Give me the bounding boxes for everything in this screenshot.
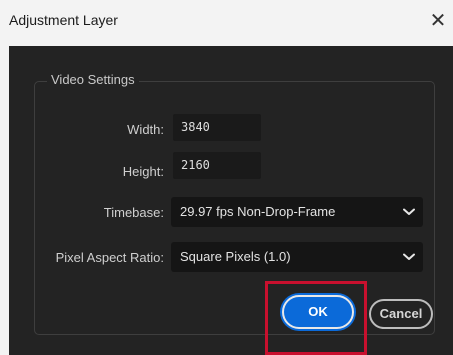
- title-bar: Adjustment Layer ✕: [0, 0, 453, 44]
- pixel-aspect-ratio-label: Pixel Aspect Ratio:: [55, 250, 164, 265]
- dialog-title: Adjustment Layer: [9, 12, 118, 28]
- pixel-aspect-ratio-select[interactable]: Square Pixels (1.0): [171, 242, 423, 272]
- pixel-aspect-ratio-value: Square Pixels (1.0): [180, 249, 291, 264]
- close-icon[interactable]: ✕: [423, 6, 453, 36]
- video-settings-legend: Video Settings: [47, 72, 139, 87]
- height-field[interactable]: 2160: [173, 152, 261, 179]
- timebase-value: 29.97 fps Non-Drop-Frame: [180, 204, 336, 219]
- width-label: Width:: [127, 122, 164, 137]
- chevron-down-icon: [403, 242, 415, 272]
- cancel-button[interactable]: Cancel: [369, 299, 433, 329]
- height-label: Height:: [122, 164, 164, 179]
- width-field[interactable]: 3840: [173, 114, 261, 141]
- timebase-select[interactable]: 29.97 fps Non-Drop-Frame: [171, 197, 423, 227]
- timebase-label: Timebase:: [103, 205, 164, 220]
- ok-button[interactable]: OK: [282, 295, 354, 329]
- chevron-down-icon: [403, 197, 415, 227]
